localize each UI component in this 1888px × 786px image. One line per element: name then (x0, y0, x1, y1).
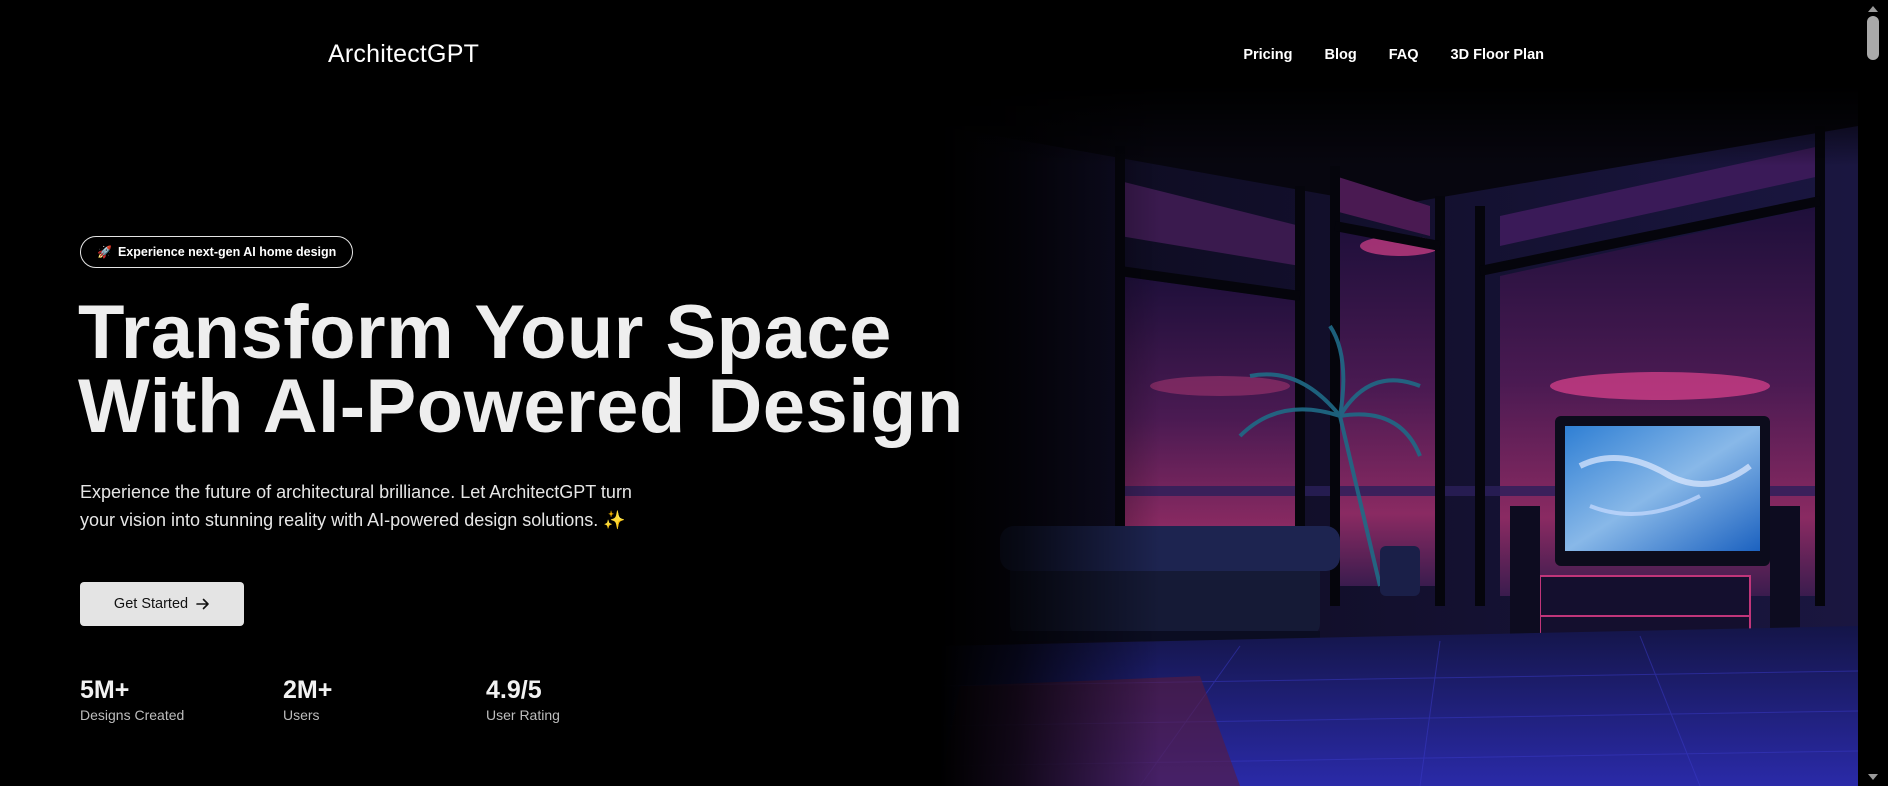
stat-designs-created: 5M+ Designs Created (80, 675, 283, 723)
stat-users: 2M+ Users (283, 675, 486, 723)
rocket-icon: 🚀 (97, 245, 112, 259)
arrow-right-icon (196, 598, 209, 610)
hero-badge: 🚀 Experience next-gen AI home design (80, 236, 354, 268)
stat-value: 5M+ (80, 676, 130, 704)
sparkles-icon: ✨ (603, 510, 626, 530)
nav-link-3d-floor-plan[interactable]: 3D Floor Plan (1451, 47, 1544, 63)
hero-headline-line-1: Transform Your Space (78, 290, 892, 375)
nav-link-faq[interactable]: FAQ (1389, 47, 1419, 63)
hero-headline-line-2: With AI-Powered Design (78, 364, 964, 449)
stat-label: Designs Created (80, 707, 185, 723)
hero-subtext: Experience the future of architectural b… (80, 478, 680, 534)
main-nav: Pricing Blog FAQ 3D Floor Plan (1243, 47, 1544, 63)
stat-label: Users (283, 707, 320, 723)
hero-subtext-line-1: Experience the future of architectural b… (80, 482, 632, 502)
nav-link-blog[interactable]: Blog (1325, 47, 1357, 63)
scroll-down-arrow-icon[interactable] (1868, 774, 1878, 780)
hero-image (940, 86, 1858, 786)
scroll-up-arrow-icon[interactable] (1868, 6, 1878, 12)
hero-headline: Transform Your Space With AI-Powered Des… (78, 290, 964, 449)
stat-user-rating: 4.9/5 User Rating (486, 675, 689, 723)
scrollbar-thumb[interactable] (1867, 16, 1879, 60)
stat-value: 4.9/5 (486, 676, 542, 704)
page-scrollbar[interactable] (1858, 0, 1888, 786)
hero-badge-label: Experience next-gen AI home design (117, 245, 337, 259)
stat-value: 2M+ (283, 676, 333, 704)
nav-link-pricing[interactable]: Pricing (1243, 47, 1292, 63)
get-started-label: Get Started (113, 596, 189, 612)
stat-label: User Rating (486, 707, 560, 723)
logo[interactable]: ArchitectGPT (328, 40, 479, 69)
stats-row: 5M+ Designs Created 2M+ Users 4.9/5 User… (80, 675, 689, 723)
landing-page: ArchitectGPT Pricing Blog FAQ 3D Floor P… (0, 0, 1888, 786)
get-started-button[interactable]: Get Started (80, 582, 244, 626)
hero-subtext-line-2: your vision into stunning reality with A… (80, 510, 599, 530)
